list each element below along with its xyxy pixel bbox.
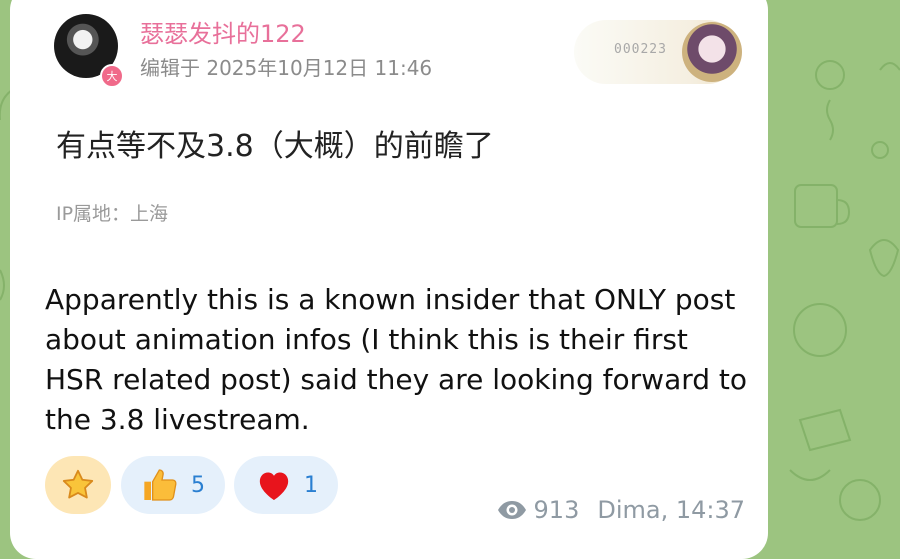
star-icon [62, 469, 94, 499]
message-caption: Apparently this is a known insider that … [45, 283, 748, 436]
reaction-star[interactable] [45, 456, 111, 514]
post-screenshot-header: 大 瑟瑟发抖的122 编辑于 2025年10月12日 11:46 000223 [54, 8, 744, 88]
heart-icon [259, 472, 289, 500]
thumbs-up-count: 5 [191, 472, 205, 498]
reaction-thumbs-up[interactable]: 5 [121, 456, 225, 514]
post-username: 瑟瑟发抖的122 [140, 20, 306, 48]
thumbs-up-icon [144, 469, 177, 501]
badge-avatar-image [682, 22, 742, 82]
view-count: 913 [533, 496, 580, 524]
author-time: Dima, 14:37 [597, 496, 745, 524]
message-meta: 913 Dima, 14:37 [496, 496, 745, 524]
reaction-heart[interactable]: 1 [234, 456, 338, 514]
post-title: 有点等不及3.8（大概）的前瞻了 [56, 129, 494, 164]
ip-location: IP属地：上海 [56, 203, 169, 225]
avatar-level-badge: 大 [100, 64, 124, 88]
eye-icon [497, 501, 526, 519]
heart-count: 1 [304, 472, 318, 498]
badge-number: 000223 [614, 42, 667, 57]
post-edit-time: 编辑于 2025年10月12日 11:46 [140, 56, 433, 80]
fan-badge-card: 000223 [574, 20, 742, 84]
